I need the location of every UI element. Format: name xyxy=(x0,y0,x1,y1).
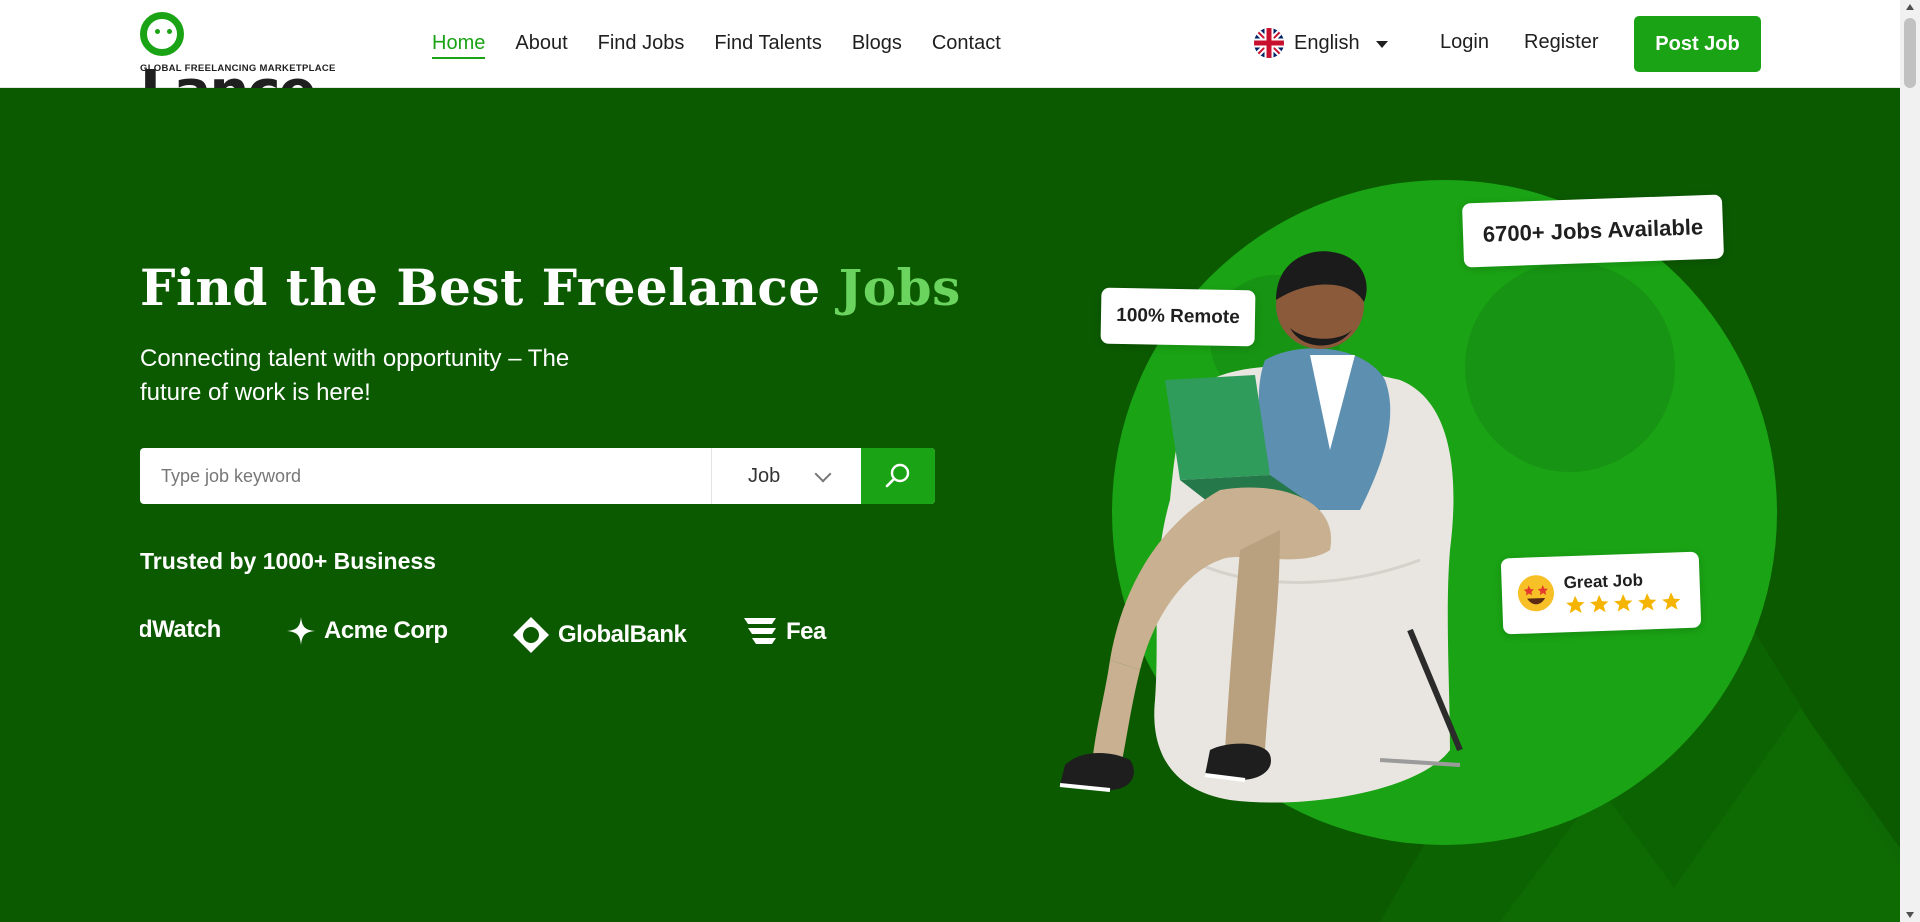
language-selector[interactable]: English xyxy=(1254,28,1388,58)
diamond-logo-icon xyxy=(513,617,549,653)
uk-flag-icon xyxy=(1254,28,1284,58)
search-category-value: Job xyxy=(748,464,781,487)
remote-badge: 100% Remote xyxy=(1100,287,1256,347)
partner-logo-globalbank: GlobalBank xyxy=(512,616,687,654)
freelancer-illustration xyxy=(1059,251,1463,803)
rating-stars xyxy=(1564,590,1683,616)
partner-logo-watch: dWatch xyxy=(140,616,221,644)
star-icon xyxy=(1566,595,1585,614)
nav-find-talents[interactable]: Find Talents xyxy=(714,30,821,59)
great-job-label: Great Job xyxy=(1563,570,1644,593)
star-icon xyxy=(1662,592,1681,611)
partner-logo-fea: Fea xyxy=(742,616,826,648)
hero-title-accent: Jobs xyxy=(838,258,961,317)
search-icon xyxy=(885,463,910,488)
search-input[interactable] xyxy=(140,448,711,504)
hero-title-main: Find the Best Freelance xyxy=(140,258,821,317)
partner-logos: dWatch Acme Corp GlobalBank Fea xyxy=(140,608,830,656)
partner-logo-label: dWatch xyxy=(140,616,221,643)
nav-about[interactable]: About xyxy=(515,30,567,59)
chevron-down-icon xyxy=(814,465,832,483)
trusted-by-label: Trusted by 1000+ Business xyxy=(140,548,436,574)
jobs-available-badge: 6700+ Jobs Available xyxy=(1461,194,1725,268)
caret-down-icon xyxy=(1375,40,1388,48)
sparkle-icon xyxy=(287,617,315,645)
nav-find-jobs[interactable]: Find Jobs xyxy=(598,30,685,59)
scrollbar-thumb[interactable] xyxy=(1904,18,1916,88)
job-search-bar: Job xyxy=(140,448,935,504)
main-nav: Home About Find Jobs Find Talents Blogs … xyxy=(432,30,1001,59)
site-header: Lance GLOBAL FREELANCING MARKETPLACE Hom… xyxy=(0,0,1900,120)
nav-blogs[interactable]: Blogs xyxy=(852,30,902,59)
page-scrollbar[interactable] xyxy=(1900,0,1920,922)
partner-logo-acme: Acme Corp xyxy=(286,616,448,646)
star-icon xyxy=(1638,593,1657,611)
language-label: English xyxy=(1294,31,1360,54)
nav-contact[interactable]: Contact xyxy=(932,30,1001,59)
post-job-button[interactable]: Post Job xyxy=(1634,16,1761,72)
logo-smiley-icon xyxy=(140,12,184,56)
nav-home[interactable]: Home xyxy=(432,30,486,59)
star-eyes-emoji-icon xyxy=(1517,574,1555,612)
star-icon xyxy=(1614,594,1633,612)
scroll-up-arrow-icon[interactable] xyxy=(1906,4,1914,10)
star-icon xyxy=(1590,594,1609,613)
logo-tagline: GLOBAL FREELANCING MARKETPLACE xyxy=(140,63,336,74)
stripes-logo-icon xyxy=(744,618,776,644)
hero-title: Find the Best Freelance Jobs xyxy=(140,258,961,317)
hero-subtitle: Connecting talent with opportunity – The… xyxy=(140,345,570,406)
scroll-down-arrow-icon[interactable] xyxy=(1906,912,1914,918)
search-button[interactable] xyxy=(861,448,935,504)
partner-logo-label: Acme Corp xyxy=(324,617,448,644)
partner-logo-label: Fea xyxy=(786,618,826,645)
great-job-badge: Great Job xyxy=(1500,551,1702,635)
search-category-select[interactable]: Job xyxy=(712,448,861,504)
partner-logo-label: GlobalBank xyxy=(558,621,687,648)
register-link[interactable]: Register xyxy=(1524,31,1598,54)
site-logo[interactable]: Lance GLOBAL FREELANCING MARKETPLACE xyxy=(140,12,350,120)
login-link[interactable]: Login xyxy=(1440,31,1489,54)
